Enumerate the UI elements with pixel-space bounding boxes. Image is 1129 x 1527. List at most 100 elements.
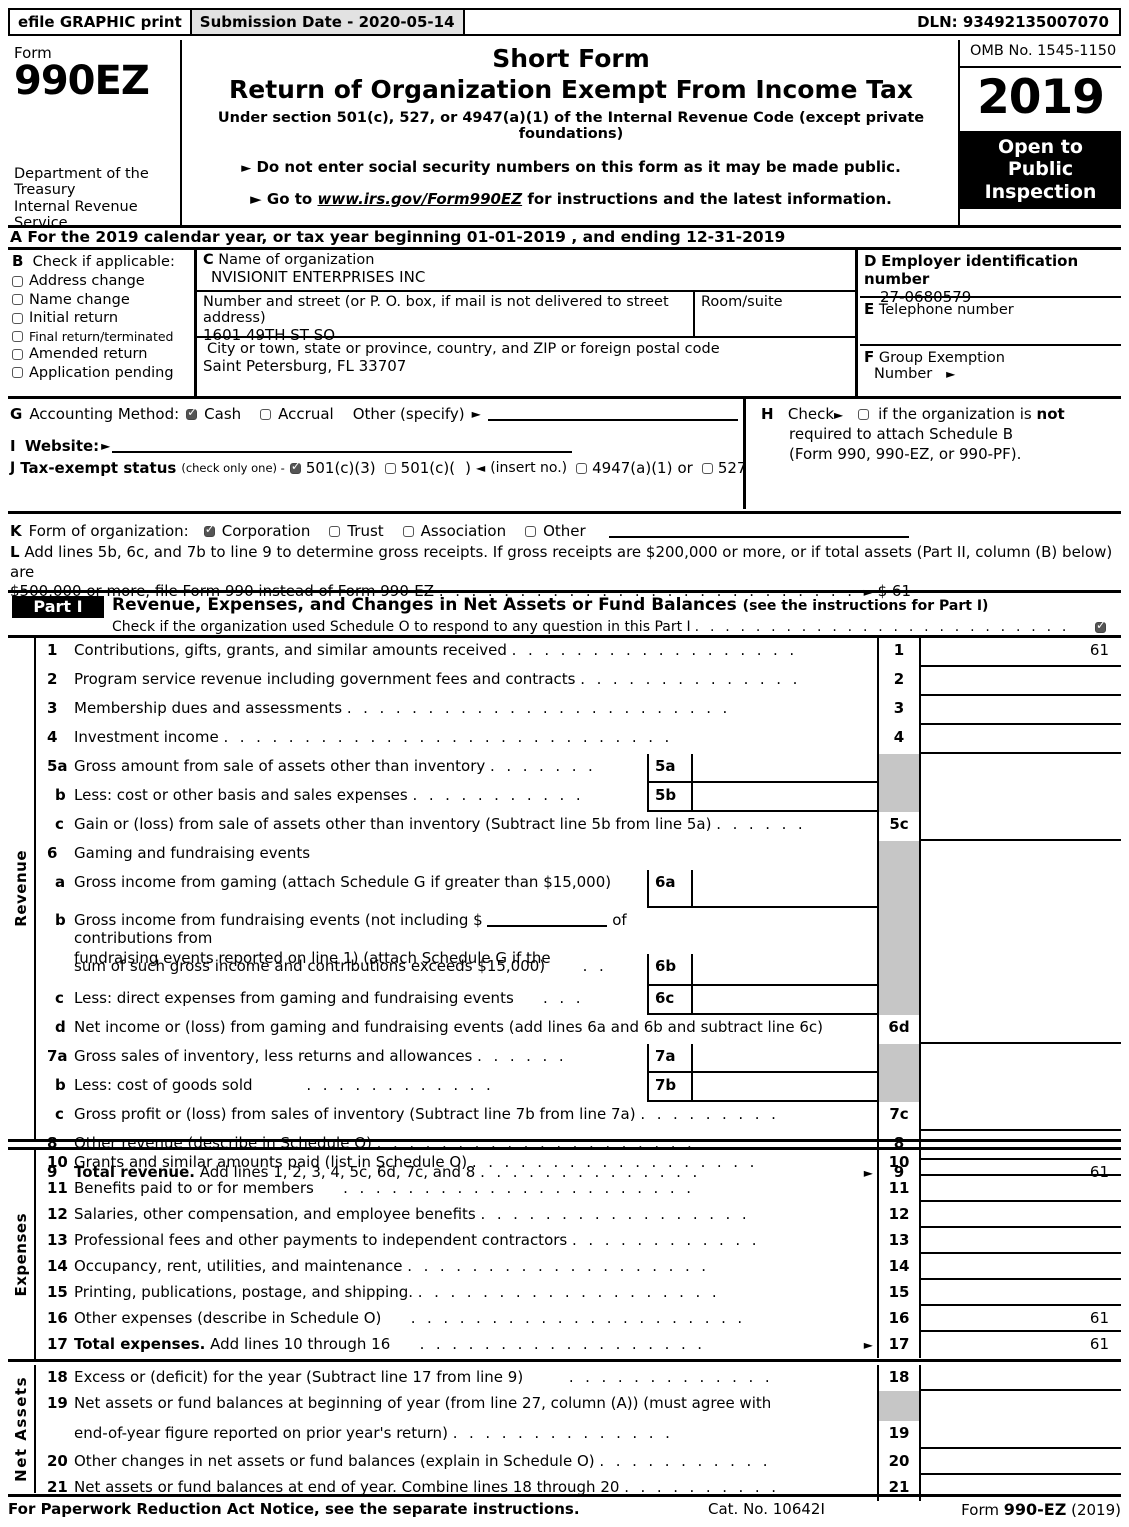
fundraising-contrib-input[interactable] bbox=[487, 913, 608, 927]
checkbox-name-change[interactable]: Name change bbox=[12, 292, 188, 308]
dot-leaders: . . . . . . . . . . . . . . . . . . . . … bbox=[386, 1309, 746, 1327]
section-l-line1: Add lines 5b, 6c, and 7b to line 9 to de… bbox=[10, 543, 1113, 581]
checkbox-icon[interactable] bbox=[12, 367, 23, 378]
amount-cell[interactable] bbox=[921, 1176, 1121, 1202]
ein-caption: D Employer identification number bbox=[864, 252, 1117, 288]
line-description: Printing, publications, postage, and shi… bbox=[74, 1280, 877, 1306]
amount-cell[interactable] bbox=[921, 1421, 1121, 1449]
table-row: 11 Benefits paid to or for members . . .… bbox=[38, 1176, 1121, 1202]
section-l-gross-receipts: L Add lines 5b, 6c, and 7b to line 9 to … bbox=[8, 543, 1121, 600]
other-specify-input[interactable] bbox=[487, 407, 738, 421]
line-description: Gross income from gaming (attach Schedul… bbox=[74, 873, 612, 891]
sub-amount-cell[interactable] bbox=[693, 1044, 877, 1071]
org-city-value: Saint Petersburg, FL 33707 bbox=[203, 357, 407, 375]
amount-cell[interactable]: 61 bbox=[921, 638, 1121, 667]
sub-amount-cell[interactable] bbox=[693, 754, 877, 781]
notice-goto-url: ► Go to www.irs.gov/Form990EZ for instru… bbox=[184, 190, 958, 208]
checkbox-icon[interactable] bbox=[12, 330, 23, 342]
checkbox-association-icon[interactable] bbox=[402, 525, 414, 537]
section-f-letter: F bbox=[864, 348, 875, 366]
amount-cell[interactable] bbox=[921, 1449, 1121, 1475]
checkbox-initial-return[interactable]: Initial return bbox=[12, 310, 188, 326]
table-row: 3 Membership dues and assessments . . . … bbox=[38, 696, 1121, 725]
amount-cell[interactable] bbox=[921, 812, 1121, 841]
accrual-label: Accrual bbox=[278, 405, 334, 423]
line-ref-cell: 3 bbox=[877, 696, 921, 725]
line-number: 12 bbox=[47, 1205, 68, 1223]
sub-amount-cell[interactable] bbox=[693, 954, 877, 984]
line-ref-cell: 7c bbox=[877, 1102, 921, 1131]
checkbox-icon[interactable] bbox=[12, 348, 23, 360]
section-h-check-label: Check bbox=[787, 405, 835, 423]
irs-url-link[interactable]: www.irs.gov/Form990EZ bbox=[317, 190, 522, 208]
amount-cell[interactable] bbox=[921, 1150, 1121, 1176]
line-number: 17 bbox=[47, 1335, 68, 1353]
line-number: 10 bbox=[47, 1153, 68, 1171]
amount-cell[interactable] bbox=[921, 1202, 1121, 1228]
line-text: Salaries, other compensation, and employ… bbox=[74, 1205, 476, 1223]
checkbox-amended-return[interactable]: Amended return bbox=[12, 346, 188, 362]
sub-amount-cell[interactable] bbox=[693, 870, 877, 906]
checkbox-501c3-icon[interactable] bbox=[289, 460, 301, 474]
dot-leaders: . . . . . . . . . . . . . . bbox=[580, 670, 801, 688]
line-ref-cell: 4 bbox=[877, 725, 921, 754]
checkbox-icon[interactable] bbox=[12, 312, 23, 324]
amount-cell[interactable]: 61 bbox=[921, 1332, 1121, 1358]
line-number: b bbox=[55, 786, 66, 804]
line-ref-cell: 5c bbox=[877, 812, 921, 841]
or-word: or bbox=[677, 459, 693, 477]
website-input[interactable] bbox=[112, 439, 573, 453]
part-i-header: Part I Revenue, Expenses, and Changes in… bbox=[8, 590, 1121, 638]
sub-amount-cell[interactable] bbox=[693, 986, 877, 1013]
line-ref-cell: 19 bbox=[877, 1421, 921, 1449]
amount-cell[interactable] bbox=[921, 1280, 1121, 1306]
other-org-input[interactable] bbox=[608, 524, 909, 538]
amount-cell[interactable] bbox=[921, 1254, 1121, 1280]
checkbox-501c-icon[interactable] bbox=[384, 462, 396, 474]
checkbox-schedule-b-icon[interactable] bbox=[857, 409, 869, 420]
amount-cell[interactable] bbox=[921, 1228, 1121, 1254]
checkbox-cash-icon[interactable] bbox=[186, 406, 197, 420]
table-row: b Gross income from fundraising events (… bbox=[38, 908, 1121, 967]
grey-spacer-cell bbox=[877, 1044, 921, 1073]
sub-line-ref: 6b bbox=[649, 954, 693, 984]
sub-amount-cell[interactable] bbox=[693, 783, 877, 810]
line-ref-cell: 18 bbox=[877, 1365, 921, 1391]
checkbox-trust-icon[interactable] bbox=[329, 525, 341, 537]
line-description: Benefits paid to or for members . . . . … bbox=[74, 1176, 877, 1202]
checkbox-application-pending[interactable]: Application pending bbox=[12, 365, 188, 381]
line-text: Membership dues and assessments bbox=[74, 699, 343, 717]
checkbox-4947a1-icon[interactable] bbox=[576, 462, 588, 474]
sub-amount-cell[interactable] bbox=[693, 1073, 877, 1100]
table-row: 19 Net assets or fund balances at beginn… bbox=[38, 1391, 1121, 1421]
dot-leaders: . . bbox=[549, 957, 608, 975]
grey-spacer-cell bbox=[877, 754, 921, 783]
checkbox-527-icon[interactable] bbox=[701, 462, 713, 474]
amount-cell[interactable] bbox=[921, 1015, 1121, 1044]
amount-cell[interactable]: 61 bbox=[921, 1306, 1121, 1332]
checkbox-address-change[interactable]: Address change bbox=[12, 273, 188, 289]
checkbox-other-org-icon[interactable] bbox=[525, 525, 537, 537]
line-text: Gross amount from sale of assets other t… bbox=[74, 757, 486, 775]
line-number: b bbox=[55, 1076, 66, 1094]
line-ref-cell: 2 bbox=[877, 667, 921, 696]
checkbox-icon[interactable] bbox=[12, 275, 23, 287]
checkbox-icon[interactable] bbox=[12, 294, 23, 305]
checkbox-schedule-o-icon[interactable] bbox=[1095, 619, 1106, 633]
line-number: 15 bbox=[47, 1283, 68, 1301]
line-description: Total expenses. Add lines 10 through 16 … bbox=[74, 1332, 877, 1358]
amount-cell[interactable] bbox=[921, 1102, 1121, 1131]
checkbox-final-return-terminated[interactable]: Final return/terminated bbox=[12, 329, 188, 344]
amount-cell[interactable] bbox=[921, 1365, 1121, 1391]
checkbox-accrual-icon[interactable] bbox=[260, 408, 272, 420]
efile-print-label: efile GRAPHIC print bbox=[10, 10, 192, 34]
table-row: 12 Salaries, other compensation, and emp… bbox=[38, 1202, 1121, 1228]
line-text: Professional fees and other payments to … bbox=[74, 1231, 568, 1249]
checkbox-corporation-icon[interactable] bbox=[203, 523, 215, 537]
amount-cell[interactable] bbox=[921, 667, 1121, 696]
schedule-o-check-row: Check if the organization used Schedule … bbox=[112, 619, 1112, 636]
line-text: Excess or (deficit) for the year (Subtra… bbox=[74, 1368, 524, 1386]
amount-cell[interactable] bbox=[921, 696, 1121, 725]
amount-cell[interactable] bbox=[921, 725, 1121, 754]
